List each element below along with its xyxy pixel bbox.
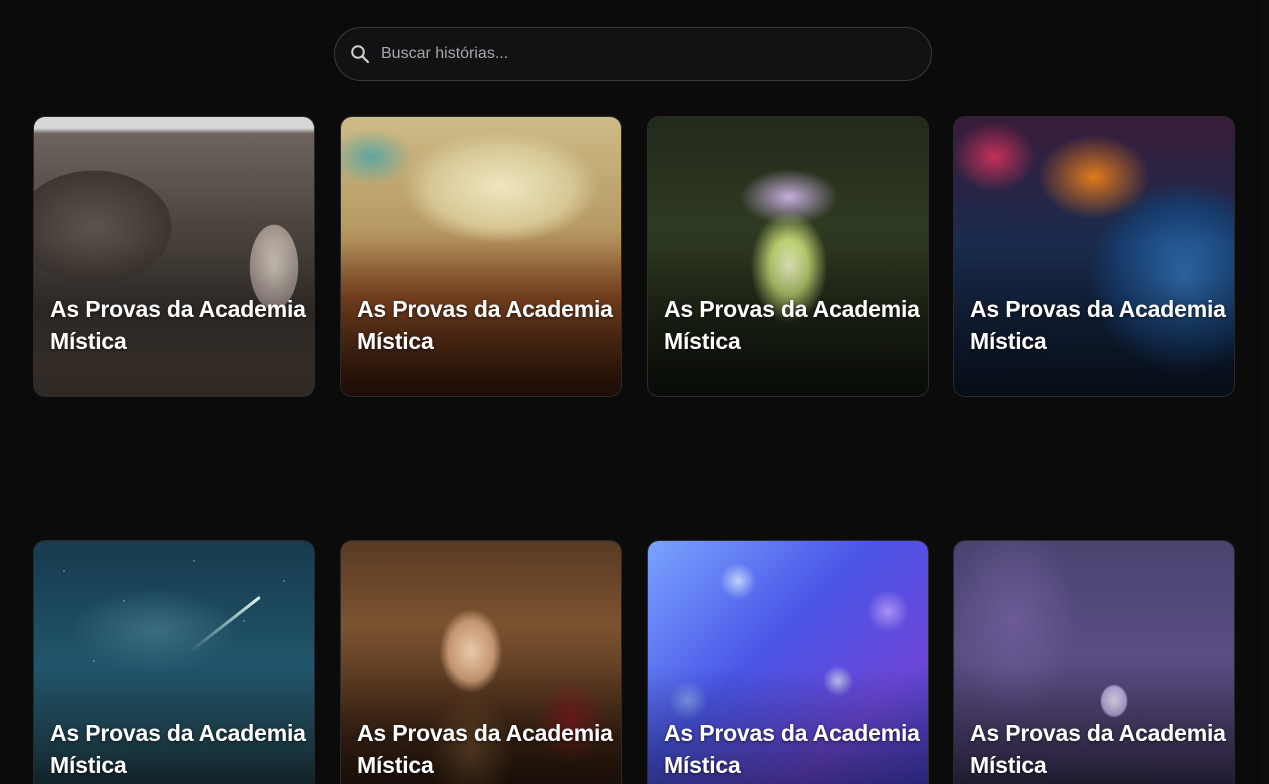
story-card[interactable]: As Provas da Academia Mística [647,116,929,397]
story-title: As Provas da Academia Mística [664,296,920,354]
story-card[interactable]: As Provas da Academia Mística [340,540,622,784]
story-title: As Provas da Academia Mística [970,296,1226,354]
story-title: As Provas da Academia Mística [50,296,306,354]
story-title: As Provas da Academia Mística [357,720,613,778]
story-title: As Provas da Academia Mística [357,296,613,354]
story-card[interactable]: As Provas da Academia Mística [340,116,622,397]
story-card[interactable]: As Provas da Academia Mística [33,116,315,397]
story-card[interactable]: As Provas da Academia Mística [953,540,1235,784]
story-title: As Provas da Academia Mística [970,720,1226,778]
story-card[interactable]: As Provas da Academia Mística [953,116,1235,397]
search-bar[interactable] [334,27,932,81]
stories-page: As Provas da Academia Mística As Provas … [0,0,1269,784]
scrollbar[interactable] [1261,0,1269,784]
story-card[interactable]: As Provas da Academia Mística [647,540,929,784]
search-input[interactable] [381,28,931,80]
story-title: As Provas da Academia Mística [664,720,920,778]
story-title: As Provas da Academia Mística [50,720,306,778]
story-card[interactable]: As Provas da Academia Mística [33,540,315,784]
search-icon [349,43,371,65]
